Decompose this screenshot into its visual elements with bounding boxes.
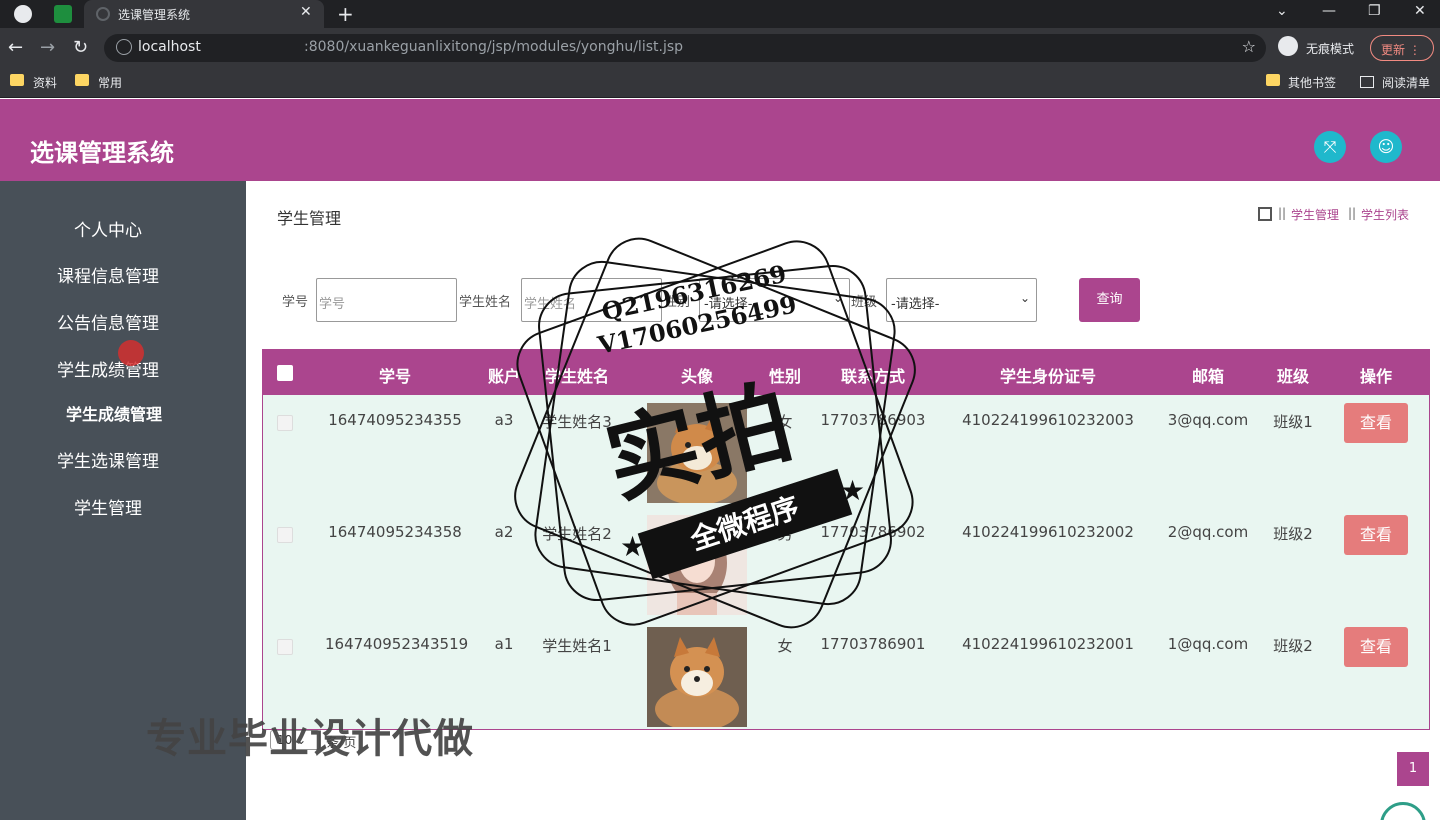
row-checkbox[interactable] xyxy=(277,527,293,543)
page-title: 学生管理 xyxy=(277,209,342,228)
tab-search-icon[interactable]: ⌄ xyxy=(1276,3,1288,19)
bottom-watermark: 专业毕业设计代做 xyxy=(146,716,474,762)
url-field[interactable]: localhost :8080/xuankeguanlixitong/jsp/m… xyxy=(104,34,1266,62)
app-title: 选课管理系统 xyxy=(30,139,174,167)
student-no-placeholder: 学号 xyxy=(319,297,346,312)
star-icon: ★ xyxy=(620,530,646,563)
cursor-indicator xyxy=(118,340,144,366)
window-close-icon[interactable]: ✕ xyxy=(1414,3,1426,19)
tab-favicon-icon xyxy=(96,7,110,21)
cell-student-no: 164740952343519 xyxy=(325,635,469,653)
back-icon[interactable]: ← xyxy=(8,37,23,58)
cell-class: 班级2 xyxy=(1273,637,1313,655)
fullscreen-icon[interactable]: ⤧ xyxy=(1314,131,1346,163)
home-icon[interactable] xyxy=(1258,207,1272,221)
incognito-icon xyxy=(1278,36,1298,56)
folder-icon xyxy=(75,74,89,86)
select-all-checkbox[interactable] xyxy=(277,365,293,381)
restore-icon[interactable]: ❐ xyxy=(1368,3,1381,19)
globe-icon[interactable] xyxy=(14,5,32,23)
cell-account: a1 xyxy=(494,635,514,653)
row-checkbox[interactable] xyxy=(277,415,293,431)
cell-class: 班级1 xyxy=(1273,413,1313,431)
dog-avatar-image xyxy=(647,627,747,727)
user-icon[interactable]: ☺ xyxy=(1370,131,1402,163)
cell-email: 1@qq.com xyxy=(1167,635,1249,653)
column-header: 学生身份证号 xyxy=(999,367,1096,386)
cell-id-no: 410224199610232003 xyxy=(962,411,1134,429)
browser-tabbar: 选课管理系统 ✕ + ⌄ — ❐ ✕ xyxy=(0,0,1440,28)
row-checkbox[interactable] xyxy=(277,639,293,655)
url-host: localhost xyxy=(138,39,201,55)
sidebar-item-personal-center[interactable]: 个人中心 xyxy=(0,216,216,241)
cell-gender: 女 xyxy=(777,637,793,655)
reading-list[interactable]: 阅读清单 xyxy=(1382,74,1430,91)
sheets-icon[interactable] xyxy=(54,5,72,23)
browser-tab[interactable]: 选课管理系统 ✕ xyxy=(84,0,324,28)
column-header: 操作 xyxy=(1359,367,1392,386)
column-header: 班级 xyxy=(1276,367,1309,386)
breadcrumb-separator: || xyxy=(1278,206,1287,220)
watermark-stamp: Q2196316269 V17060256499 实拍 全微程序 ★ ★ xyxy=(503,227,927,639)
cell-email: 2@qq.com xyxy=(1167,523,1249,541)
tab-title: 选课管理系统 xyxy=(118,8,191,22)
update-label: 更新 xyxy=(1381,43,1406,57)
chevron-down-icon: ⌄ xyxy=(1019,291,1030,305)
student-name-label: 学生姓名 xyxy=(459,295,512,310)
folder-icon xyxy=(10,74,24,86)
column-header: 邮箱 xyxy=(1191,367,1224,386)
view-button[interactable]: 查看 xyxy=(1344,403,1408,443)
reload-icon[interactable]: ↻ xyxy=(73,37,88,58)
incognito-label: 无痕模式 xyxy=(1306,42,1355,56)
address-bar: ← → ↻ localhost :8080/xuankeguanlixitong… xyxy=(0,28,1440,68)
cell-phone: 17703786901 xyxy=(820,635,926,653)
sidebar-item-course-selection[interactable]: 学生选课管理 xyxy=(0,447,216,472)
cell-email: 3@qq.com xyxy=(1167,411,1249,429)
forward-icon[interactable]: → xyxy=(40,37,55,58)
sidebar-item-students[interactable]: 学生管理 xyxy=(0,494,216,519)
bookmarks-bar: 资料 常用 其他书签 阅读清单 xyxy=(0,68,1440,98)
student-no-label: 学号 xyxy=(282,295,309,310)
update-button[interactable]: 更新 ⋮ xyxy=(1370,35,1434,61)
scroll-top-icon[interactable] xyxy=(1380,802,1426,820)
view-button[interactable]: 查看 xyxy=(1344,627,1408,667)
student-no-input[interactable]: 学号 xyxy=(316,278,457,322)
reading-list-icon xyxy=(1360,76,1374,88)
app-header: 选课管理系统 ⤧ ☺ xyxy=(0,99,1440,181)
view-button[interactable]: 查看 xyxy=(1344,515,1408,555)
cell-student-no: 16474095234355 xyxy=(328,411,462,429)
cell-id-no: 410224199610232001 xyxy=(962,635,1134,653)
new-tab-icon[interactable]: + xyxy=(337,2,354,26)
cell-student-no: 16474095234358 xyxy=(328,523,462,541)
cell-class: 班级2 xyxy=(1273,525,1313,543)
breadcrumb-item[interactable]: 学生管理 xyxy=(1291,206,1339,223)
cell-name: 学生姓名1 xyxy=(542,637,612,655)
bookmark-folder[interactable]: 资料 xyxy=(33,74,57,91)
other-bookmarks[interactable]: 其他书签 xyxy=(1288,74,1336,91)
tab-close-icon[interactable]: ✕ xyxy=(300,4,312,20)
star-icon: ★ xyxy=(840,474,866,507)
sidebar-item-notice-info[interactable]: 公告信息管理 xyxy=(0,309,216,334)
avatar xyxy=(647,627,747,727)
cell-id-no: 410224199610232002 xyxy=(962,523,1134,541)
breadcrumb-separator: || xyxy=(1348,206,1357,220)
minimize-icon[interactable]: — xyxy=(1322,3,1336,19)
page-number-button[interactable]: 1 xyxy=(1397,752,1429,786)
folder-icon xyxy=(1266,74,1280,86)
sidebar-subitem-grades[interactable]: 学生成绩管理 xyxy=(6,401,222,425)
sidebar-item-grades[interactable]: 学生成绩管理 xyxy=(0,356,216,381)
column-header: 学号 xyxy=(378,367,411,386)
url-path: :8080/xuankeguanlixitong/jsp/modules/yon… xyxy=(304,39,684,55)
bookmark-folder[interactable]: 常用 xyxy=(98,74,122,91)
sidebar-item-course-info[interactable]: 课程信息管理 xyxy=(0,262,216,287)
query-button[interactable]: 查询 xyxy=(1079,278,1140,322)
site-info-icon[interactable] xyxy=(116,39,132,55)
bookmark-star-icon[interactable]: ☆ xyxy=(1242,37,1256,56)
breadcrumb-item: 学生列表 xyxy=(1361,208,1410,222)
